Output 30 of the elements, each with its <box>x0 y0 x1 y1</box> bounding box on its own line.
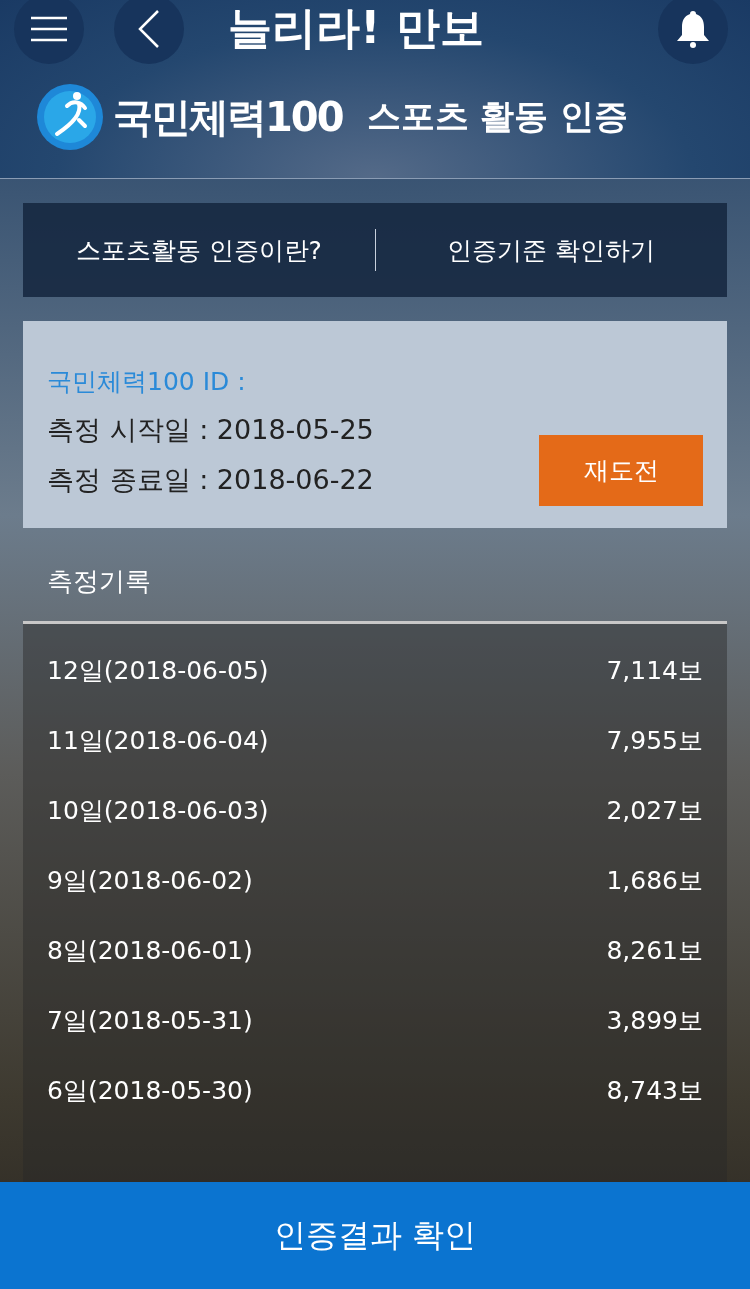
page-title: 스포츠 활동 인증 <box>366 95 629 138</box>
bell-icon <box>676 9 710 49</box>
records-title: 측정기록 <box>46 565 152 598</box>
runner-logo-icon <box>37 84 103 150</box>
record-date: 9일(2018-06-02) <box>47 865 253 897</box>
end-date: 측정 종료일 : 2018-06-22 <box>47 463 375 497</box>
menu-icon <box>31 15 67 43</box>
record-date: 11일(2018-06-04) <box>47 725 269 757</box>
start-date: 측정 시작일 : 2018-05-25 <box>47 413 375 447</box>
record-steps: 2,027보 <box>606 794 703 827</box>
menu-link[interactable]: 인증기준 확인하기 <box>375 232 727 268</box>
record-steps: 7,955보 <box>606 724 703 757</box>
record-date: 7일(2018-05-31) <box>47 1005 253 1037</box>
id-label: 국민체력100 ID : <box>47 366 247 398</box>
record-steps: 3,899보 <box>606 1004 703 1037</box>
record-steps: 8,261보 <box>606 934 703 967</box>
record-steps: 7,114보 <box>606 654 703 687</box>
record-date: 12일(2018-06-05) <box>47 655 269 687</box>
confirm-button[interactable]: 인증결과 확인 <box>0 1182 750 1289</box>
brand-name: 국민체력100 <box>113 92 343 142</box>
menu-button[interactable] <box>14 0 84 64</box>
app-logo: 늘리라! 만보 <box>227 0 485 55</box>
menu-link[interactable]: 스포츠활동 인증이란? <box>23 232 375 268</box>
record-date: 10일(2018-06-03) <box>47 795 269 827</box>
back-button[interactable] <box>114 0 184 64</box>
record-date: 8일(2018-06-01) <box>47 935 253 967</box>
record-date: 6일(2018-05-30) <box>47 1075 253 1107</box>
record-steps: 8,743보 <box>606 1074 703 1107</box>
record-steps: 1,686보 <box>606 864 703 897</box>
back-icon <box>138 9 160 49</box>
